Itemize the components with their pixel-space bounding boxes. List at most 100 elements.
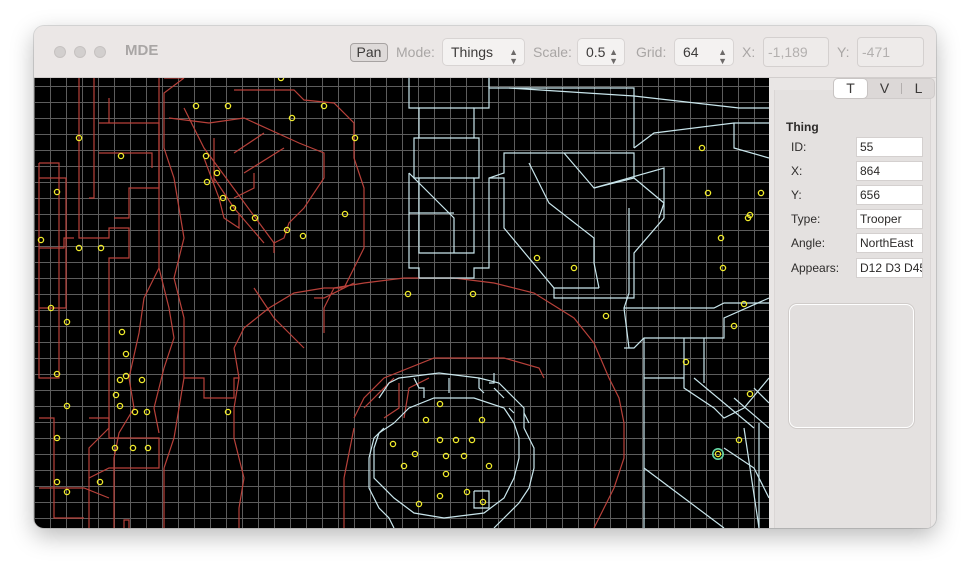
- thing-marker[interactable]: [740, 300, 748, 308]
- linedef-two-sided[interactable]: [408, 78, 490, 254]
- field-label-appears: Appears:: [791, 261, 840, 275]
- thing-marker[interactable]: [442, 470, 450, 478]
- grid-label: Grid:: [636, 44, 667, 60]
- field-label-angle: Angle:: [791, 236, 826, 250]
- thing-marker[interactable]: [422, 416, 430, 424]
- thing-marker[interactable]: [570, 264, 578, 272]
- thing-marker[interactable]: [118, 328, 126, 336]
- grid-lines: [34, 78, 769, 528]
- thing-marker[interactable]: [436, 492, 444, 500]
- thing-marker[interactable]: [122, 350, 130, 358]
- thing-marker[interactable]: [299, 232, 307, 240]
- linedef-one-sided[interactable]: [234, 89, 365, 299]
- linedef-one-sided[interactable]: [153, 267, 175, 434]
- scale-select[interactable]: 0.5 ▲ ▼: [577, 38, 625, 66]
- linedef-two-sided[interactable]: [733, 123, 769, 159]
- thing-marker[interactable]: [698, 144, 706, 152]
- minimize-window-button[interactable]: [74, 46, 86, 58]
- id-field[interactable]: 55: [856, 137, 923, 157]
- pan-button[interactable]: Pan: [350, 43, 388, 62]
- inspector-sidebar: Thing ID: 55 X: 864 Y: 656 Type: Trooper…: [769, 78, 936, 528]
- type-field[interactable]: Trooper: [856, 209, 923, 229]
- mode-label: Mode:: [396, 44, 435, 60]
- thing-marker[interactable]: [277, 78, 285, 82]
- thing-marker[interactable]: [389, 440, 397, 448]
- window-title: MDE: [125, 42, 159, 59]
- field-label-y: Y:: [791, 188, 802, 202]
- linedef-two-sided[interactable]: [378, 372, 525, 428]
- thing-marker[interactable]: [117, 152, 125, 160]
- linedef-one-sided[interactable]: [78, 78, 130, 528]
- grid-select[interactable]: 64 ▲ ▼: [674, 38, 734, 66]
- one-sided-linedefs: [38, 78, 625, 528]
- linedef-two-sided[interactable]: [624, 297, 769, 349]
- appears-field[interactable]: D12 D3 D45: [856, 258, 923, 278]
- linedef-one-sided[interactable]: [99, 152, 153, 168]
- titlebar: MDE Pan Mode: Things ▲ ▼ Scale: 0.5 ▲ ▼ Gr…: [34, 26, 936, 78]
- linedef-one-sided[interactable]: [113, 78, 160, 528]
- thing-marker[interactable]: [436, 400, 444, 408]
- thing-marker[interactable]: [138, 376, 146, 384]
- linedef-two-sided[interactable]: [408, 152, 665, 279]
- linedef-one-sided[interactable]: [243, 147, 285, 174]
- field-label-type: Type:: [791, 212, 821, 226]
- scale-label: Scale:: [533, 44, 572, 60]
- linedef-one-sided[interactable]: [184, 377, 239, 399]
- zoom-window-button[interactable]: [94, 46, 106, 58]
- thing-marker[interactable]: [213, 169, 221, 177]
- thing-marker[interactable]: [131, 408, 139, 416]
- linedef-two-sided[interactable]: [523, 412, 530, 424]
- app-window: MDE Pan Mode: Things ▲ ▼ Scale: 0.5 ▲ ▼ Gr…: [34, 26, 936, 528]
- chevron-updown-icon: ▲ ▼: [609, 47, 618, 66]
- mode-select[interactable]: Things ▲ ▼: [442, 38, 525, 66]
- y-label: Y:: [837, 44, 850, 60]
- linedef-one-sided[interactable]: [39, 177, 67, 309]
- linedef-one-sided[interactable]: [233, 173, 255, 199]
- thing-marker[interactable]: [602, 312, 610, 320]
- x-coordinate-field[interactable]: -1,189: [763, 37, 829, 67]
- thing-marker[interactable]: [202, 152, 210, 160]
- close-window-button[interactable]: [54, 46, 66, 58]
- thing-marker[interactable]: [533, 254, 541, 262]
- tab-things[interactable]: T: [834, 79, 867, 98]
- y-coordinate-field[interactable]: -471: [857, 37, 924, 67]
- linedef-two-sided[interactable]: [743, 427, 760, 528]
- thing-marker[interactable]: [757, 189, 765, 197]
- inspector-title: Thing: [786, 120, 819, 134]
- linedef-one-sided[interactable]: [89, 78, 95, 199]
- linedef-one-sided[interactable]: [123, 519, 130, 528]
- x-field[interactable]: 864: [856, 161, 923, 181]
- linedef-two-sided[interactable]: [723, 447, 769, 499]
- linedef-two-sided[interactable]: [633, 122, 769, 149]
- angle-field[interactable]: NorthEast: [856, 233, 923, 253]
- thing-marker[interactable]: [116, 376, 124, 384]
- linedef-two-sided[interactable]: [733, 397, 769, 429]
- mode-segmented-control: T V L: [833, 78, 935, 99]
- linedef-one-sided[interactable]: [99, 122, 160, 219]
- map-canvas[interactable]: [34, 78, 769, 528]
- linedef-one-sided[interactable]: [183, 107, 275, 253]
- linedef-one-sided[interactable]: [38, 162, 60, 379]
- thing-marker[interactable]: [129, 444, 137, 452]
- linedef-two-sided[interactable]: [508, 407, 515, 414]
- linedef-one-sided[interactable]: [88, 417, 160, 479]
- linedef-two-sided[interactable]: [489, 177, 599, 289]
- y-field[interactable]: 656: [856, 185, 923, 205]
- chevron-updown-icon: ▲ ▼: [718, 47, 727, 66]
- two-sided-linedefs: [368, 78, 769, 528]
- tab-lines[interactable]: L: [902, 79, 935, 98]
- linedef-two-sided[interactable]: [508, 87, 769, 109]
- mode-value: Things: [451, 44, 494, 60]
- thing-marker[interactable]: [485, 462, 493, 470]
- grid-value: 64: [683, 44, 699, 60]
- linedef-one-sided[interactable]: [163, 78, 185, 469]
- linedef-one-sided[interactable]: [203, 157, 240, 230]
- linedef-one-sided[interactable]: [213, 177, 265, 244]
- thing-marker[interactable]: [746, 390, 754, 398]
- chevron-updown-icon: ▲ ▼: [509, 47, 518, 66]
- linedef-two-sided[interactable]: [693, 377, 755, 429]
- tab-vertices[interactable]: V: [868, 79, 901, 98]
- linedef-one-sided[interactable]: [253, 287, 305, 349]
- linedef-one-sided[interactable]: [343, 427, 355, 528]
- thing-marker[interactable]: [53, 478, 61, 486]
